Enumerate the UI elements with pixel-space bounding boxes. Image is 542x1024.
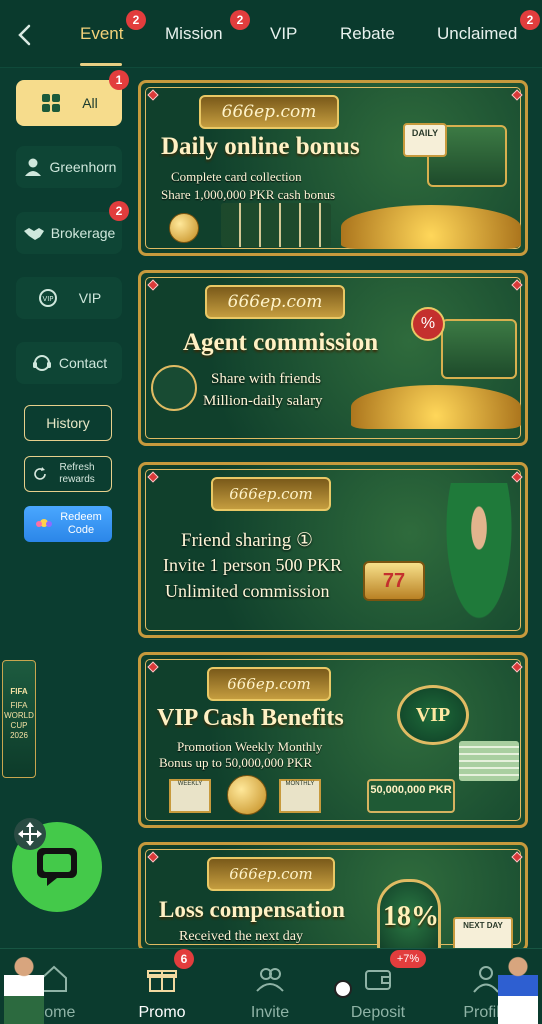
tab-rebate[interactable]: Rebate xyxy=(340,24,395,44)
decor-line: FIFA xyxy=(10,687,28,696)
sidebar-item-label: VIP xyxy=(78,290,102,306)
active-tab-indicator xyxy=(80,63,122,66)
banner-line: Share 1,000,000 PKR cash bonus xyxy=(161,187,336,202)
vip-emblem-image: VIP xyxy=(397,685,469,745)
users-icon xyxy=(256,968,284,992)
next-day-calendar-image: NEXT DAY xyxy=(453,917,513,949)
wallet-icon xyxy=(365,970,391,990)
drag-move-icon[interactable] xyxy=(12,816,48,852)
banner-agent-commission[interactable]: 666ep.com Agent commission Share with fr… xyxy=(138,270,528,446)
cash-amount-plaque: 50,000,000 PKR xyxy=(367,779,455,813)
player-mascot-right xyxy=(498,954,538,1024)
sidebar-item-all[interactable]: All xyxy=(16,80,122,126)
monthly-card: MONTHLY xyxy=(279,779,321,813)
grid-icon xyxy=(42,94,61,112)
nav-label: Promo xyxy=(138,1004,186,1021)
percent-coin-image: % xyxy=(411,307,445,341)
handshake-medal-image xyxy=(151,365,197,411)
banner-line: Friend sharing ① xyxy=(181,530,314,551)
weekly-card: WEEKLY xyxy=(169,779,211,813)
banner-daily-online-bonus[interactable]: 666ep.com Daily online bonus Complete ca… xyxy=(138,80,528,256)
playing-cards-image xyxy=(221,203,331,247)
gold-pile-image xyxy=(341,205,521,249)
banner-line: Bonus up to 50,000,000 PKR xyxy=(159,755,313,770)
banner-line: Promotion Weekly Monthly xyxy=(177,739,323,754)
tab-vip[interactable]: VIP xyxy=(270,24,297,44)
brand-plaque: 666ep.com xyxy=(199,95,339,129)
banner-friend-sharing[interactable]: 666ep.com Friend sharing ① Invite 1 pers… xyxy=(138,462,528,638)
deposit-bonus-badge: +7% xyxy=(390,950,426,968)
banner-title: Loss compensation xyxy=(159,897,345,922)
nav-label: Deposit xyxy=(350,1004,406,1021)
vip-coin-image xyxy=(227,775,267,815)
sidebar-item-label: All xyxy=(82,95,98,111)
banner-line: Unlimited commission xyxy=(165,581,330,601)
tab-unclaimed[interactable]: Unclaimed xyxy=(437,24,517,44)
soccer-ball-icon xyxy=(334,980,352,998)
nav-invite[interactable]: Invite xyxy=(216,949,324,1024)
vip-crest-icon: VIP xyxy=(38,289,57,307)
brand-plaque: 666ep.com xyxy=(211,477,331,511)
sidebar-item-greenhorn[interactable]: Greenhorn xyxy=(16,146,122,188)
back-arrow-icon[interactable] xyxy=(14,22,36,48)
headset-icon xyxy=(32,355,51,371)
promo-badge: 6 xyxy=(174,949,194,969)
history-button[interactable]: History xyxy=(24,405,112,441)
top-tab-bar: Event 2 Mission 2 VIP Rebate Unclaimed 2 xyxy=(0,0,542,68)
tab-mission[interactable]: Mission xyxy=(165,24,223,44)
gift-icon xyxy=(147,970,177,992)
compensation-percent: 18% xyxy=(383,901,439,932)
tab-mission-badge: 2 xyxy=(230,10,250,30)
banner-line: Share with friends xyxy=(211,371,321,387)
tab-event-badge: 2 xyxy=(126,10,146,30)
sidebar-item-label: Greenhorn xyxy=(49,159,117,175)
bottom-navigation: Home Promo 6 Invite Deposit Profile xyxy=(0,948,542,1024)
banner-title: VIP Cash Benefits xyxy=(157,705,344,731)
redeem-label: Redeem Code xyxy=(60,511,102,536)
banner-line: Invite 1 person 500 PKR xyxy=(163,555,342,575)
gift-flower-icon xyxy=(36,519,52,527)
refresh-label: Refresh rewards xyxy=(59,462,95,485)
sidebar-item-label: Brokerage xyxy=(50,225,116,241)
slot-machine-image: 77 xyxy=(363,561,425,601)
brand-plaque: 666ep.com xyxy=(207,667,331,701)
sidebar-item-vip[interactable]: VIP VIP xyxy=(16,277,122,319)
player-mascot-left xyxy=(4,954,44,1024)
banner-loss-compensation[interactable]: 666ep.com Loss compensation Received the… xyxy=(138,842,528,952)
gold-pile-image xyxy=(351,385,521,429)
user-icon xyxy=(24,158,41,176)
nav-label: Invite xyxy=(250,1004,290,1021)
refresh-rewards-button[interactable]: Refresh rewards xyxy=(24,456,112,492)
sidebar-brokerage-badge: 2 xyxy=(109,201,129,221)
banner-line: Complete card collection xyxy=(171,169,302,184)
banner-line: Million-daily salary xyxy=(203,393,323,409)
sidebar-all-badge: 1 xyxy=(109,70,129,90)
decor-line: FIFA WORLD CUP 2026 xyxy=(4,701,34,740)
brand-plaque: 666ep.com xyxy=(207,857,335,891)
daily-calendar-image: DAILY xyxy=(403,123,447,157)
coin-image xyxy=(169,213,199,243)
tab-unclaimed-badge: 2 xyxy=(520,10,540,30)
sidebar-item-brokerage[interactable]: Brokerage xyxy=(16,212,122,254)
nav-promo[interactable]: Promo 6 xyxy=(108,949,216,1024)
sidebar-item-contact[interactable]: Contact xyxy=(16,342,122,384)
woman-figure-image xyxy=(441,483,517,633)
banner-vip-cash-benefits[interactable]: 666ep.com VIP Cash Benefits Promotion We… xyxy=(138,652,528,828)
handshake-icon xyxy=(23,228,44,240)
sidebar-item-label: Contact xyxy=(58,355,108,371)
cash-stack-image xyxy=(459,741,519,781)
world-cup-float-banner[interactable]: FIFA FIFA WORLD CUP 2026 xyxy=(2,660,36,778)
brand-plaque: 666ep.com xyxy=(205,285,345,319)
tab-event[interactable]: Event xyxy=(80,24,123,44)
banner-line: Received the next day xyxy=(179,929,304,944)
banner-title: Daily online bonus xyxy=(161,133,360,160)
svg-text:VIP: VIP xyxy=(42,295,53,303)
refresh-icon xyxy=(34,467,46,480)
treasure-chest-image xyxy=(441,319,517,379)
redeem-code-button[interactable]: Redeem Code xyxy=(24,506,112,542)
banner-title: Agent commission xyxy=(183,329,379,356)
